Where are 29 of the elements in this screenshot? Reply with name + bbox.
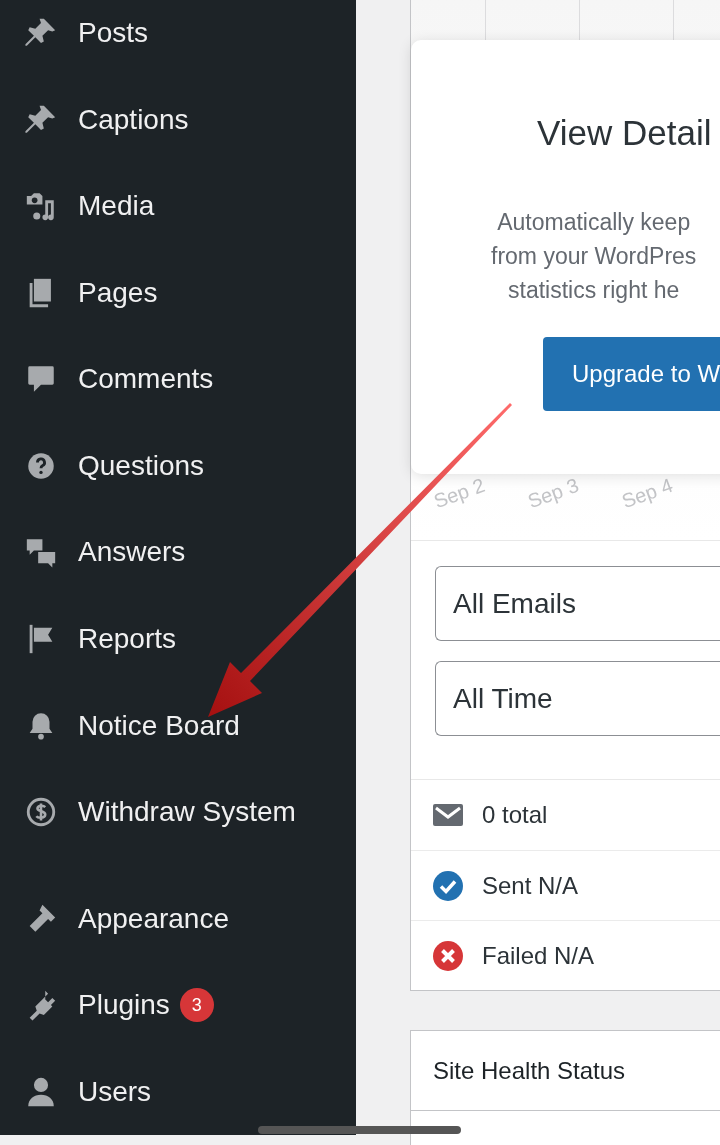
- stat-text: Failed N/A: [482, 940, 595, 971]
- sidebar-item[interactable]: Users: [0, 1048, 356, 1135]
- axis-label: Sep 2: [429, 472, 489, 515]
- sidebar-item[interactable]: Withdraw System: [0, 768, 356, 856]
- sidebar-item[interactable]: Questions: [0, 422, 356, 510]
- select-field[interactable]: All Emails: [435, 566, 720, 641]
- sidebar-item[interactable]: Reports: [0, 595, 356, 683]
- overlay-text: Automatically keep from your WordPres statistics right he: [491, 208, 697, 305]
- sidebar-item[interactable]: Comments: [0, 336, 356, 423]
- sidebar-item[interactable]: Pages: [0, 249, 356, 337]
- stat-text: 0 total: [482, 800, 548, 830]
- sidebar-item[interactable]: Plugins 3: [0, 961, 356, 1049]
- axis-label: Sep 4: [617, 472, 677, 515]
- sidebar-item[interactable]: Answers: [0, 509, 356, 596]
- overlay-title: View Detail: [537, 115, 712, 150]
- sidebar-item[interactable]: Posts: [0, 0, 356, 77]
- axis-label: Sep 3: [523, 472, 583, 515]
- sidebar-item[interactable]: Appearance: [0, 875, 356, 962]
- sidebar-item[interactable]: Media: [0, 163, 356, 250]
- upgrade-button[interactable]: Upgrade to W: [543, 337, 720, 411]
- count-badge: 3: [179, 988, 214, 1023]
- select-field[interactable]: All Time: [435, 661, 720, 736]
- sidebar-item[interactable]: Notice Board: [0, 682, 356, 769]
- envelope-icon: [433, 804, 463, 826]
- card-title: Site Health Status: [433, 1055, 626, 1086]
- sidebar-item[interactable]: Captions: [0, 76, 356, 164]
- stat-text: Sent N/A: [482, 870, 579, 901]
- error-circle-icon: [433, 940, 463, 971]
- check-circle-icon: [433, 870, 463, 901]
